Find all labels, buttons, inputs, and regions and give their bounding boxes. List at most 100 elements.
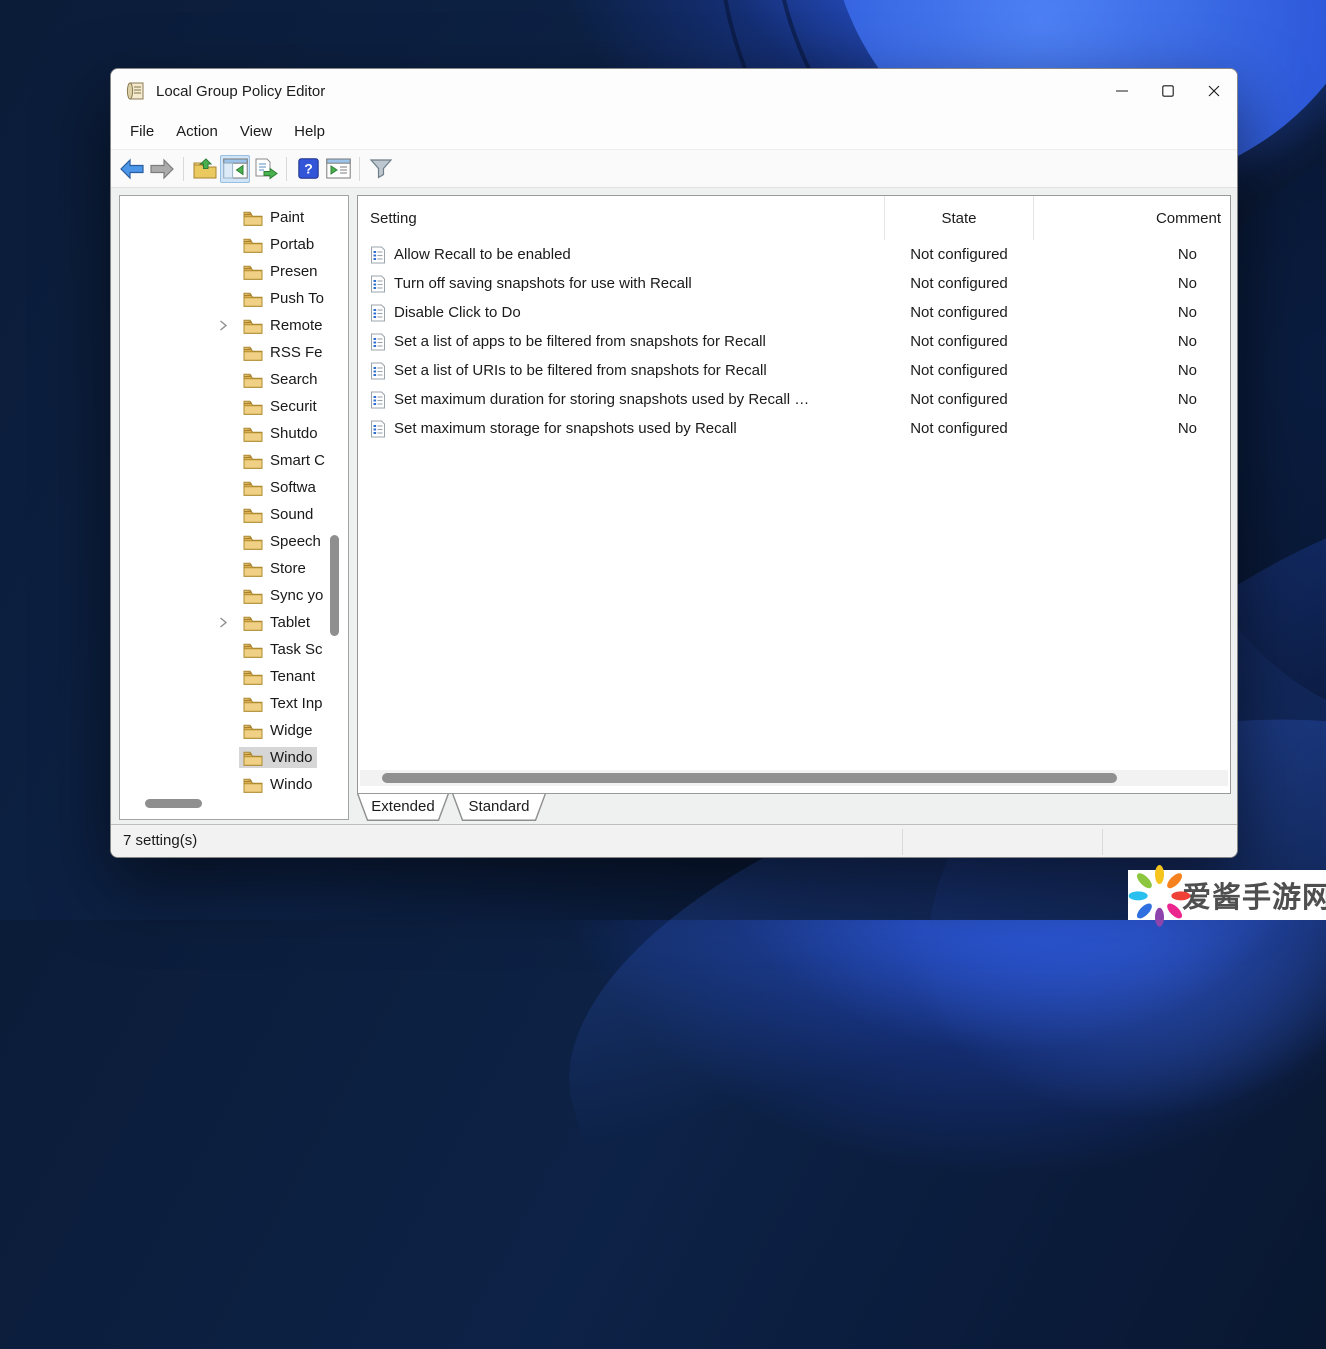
tree-item-label: Search [270,371,318,388]
tree-item[interactable]: Softwa [120,474,348,501]
tree-node: Paint [239,207,308,228]
maximize-button[interactable] [1145,69,1191,113]
settings-list: Allow Recall to be enabled Not configure… [358,240,1230,443]
tree-item[interactable]: Text Inp [120,690,348,717]
tree-item[interactable]: Search [120,366,348,393]
setting-name: Set a list of URIs to be filtered from s… [394,362,767,379]
tree-item[interactable]: Securit [120,393,348,420]
table-row[interactable]: Set a list of URIs to be filtered from s… [358,356,1230,385]
tree-item[interactable]: Presen [120,258,348,285]
tree-item[interactable]: Windo [120,771,348,798]
close-button[interactable] [1191,69,1237,113]
tree-item-label: Tablet [270,614,311,631]
tree-node: Store [239,558,310,579]
tree-item[interactable]: Shutdo [120,420,348,447]
tree-item-label: Widge [270,722,313,739]
tree-node: Sync yo [239,585,327,606]
tree-node: Softwa [239,477,320,498]
tab-extended[interactable]: Extended [357,794,449,821]
minimize-button[interactable] [1099,69,1145,113]
tree-item[interactable]: Sound [120,501,348,528]
toolbar-separator [359,156,360,181]
setting-cell: Turn off saving snapshots for use with R… [358,275,884,293]
column-header-comment[interactable]: Comment [1034,196,1230,240]
tree-item-label: Speech [270,533,321,550]
setting-name: Set a list of apps to be filtered from s… [394,333,766,350]
tree-item[interactable]: Widge [120,717,348,744]
status-separator [902,829,903,855]
tab-strip: Extended Standard [357,794,546,822]
title-bar[interactable]: Local Group Policy Editor [111,69,1237,113]
tree-node: Speech [239,531,325,552]
tree-item-label: Securit [270,398,317,415]
menu-file[interactable]: File [119,119,165,144]
folder-icon [243,777,263,793]
tree-item[interactable]: Speech [120,528,348,555]
folder-icon [243,426,263,442]
tree-item[interactable]: Paint [120,204,348,231]
tree-item[interactable]: Task Sc [120,636,348,663]
tree-node: Shutdo [239,423,322,444]
chevron-right-icon[interactable] [216,319,230,333]
tree-item[interactable]: Store [120,555,348,582]
tree-item-label: RSS Fe [270,344,323,361]
menu-help[interactable]: Help [283,119,336,144]
tab-standard[interactable]: Standard [452,794,546,821]
show-console-tree-icon[interactable] [220,154,250,183]
table-row[interactable]: Allow Recall to be enabled Not configure… [358,240,1230,269]
tree-item-label: Sync yo [270,587,324,604]
tree-item[interactable]: Smart C [120,447,348,474]
tree-item[interactable]: RSS Fe [120,339,348,366]
tree-node: Task Sc [239,639,327,660]
caption-buttons [1099,69,1237,113]
folder-icon [243,642,263,658]
site-watermark: 爱酱手游网 [1128,865,1326,927]
back-icon[interactable] [117,155,147,183]
tree-item[interactable]: Push To [120,285,348,312]
tree-item-label: Windo [270,749,313,766]
desktop: { "window": { "title": "Local Group Poli… [0,0,1326,1349]
menu-action[interactable]: Action [165,119,229,144]
export-list-icon[interactable] [250,155,280,183]
policy-setting-icon [370,246,386,264]
comment-cell: No [1177,275,1197,292]
table-row[interactable]: Set a list of apps to be filtered from s… [358,327,1230,356]
tree-horizontal-scrollbar[interactable] [145,799,202,808]
column-header-setting[interactable]: Setting [358,196,884,240]
table-row[interactable]: Turn off saving snapshots for use with R… [358,269,1230,298]
tree-node: Smart C [239,450,329,471]
up-one-level-icon[interactable] [190,155,220,183]
list-hscroll-thumb[interactable] [382,773,1117,783]
tree-item[interactable]: Portab [120,231,348,258]
folder-icon [243,237,263,253]
table-row[interactable]: Set maximum storage for snapshots used b… [358,414,1230,443]
folder-icon [243,615,263,631]
tree-node: Search [239,369,322,390]
tree-item-label: Shutdo [270,425,318,442]
chevron-right-icon[interactable] [216,616,230,630]
tree-item[interactable]: Sync yo [120,582,348,609]
help-icon[interactable]: ? [293,155,323,183]
tree-item[interactable]: Windo [120,744,348,771]
tree-item[interactable]: Tablet [120,609,348,636]
gpedit-window: Local Group Policy Editor File Action Vi… [110,68,1238,858]
table-row[interactable]: Disable Click to Do Not configured No [358,298,1230,327]
menu-view[interactable]: View [229,119,283,144]
setting-name: Allow Recall to be enabled [394,246,571,263]
tree-item[interactable]: Tenant [120,663,348,690]
filter-icon[interactable] [366,155,396,183]
table-row[interactable]: Set maximum duration for storing snapsho… [358,385,1230,414]
pinwheel-logo-icon [1128,865,1191,927]
tree-vertical-scrollbar[interactable] [330,535,339,636]
tree-item[interactable]: Remote [120,312,348,339]
svg-text:?: ? [304,161,313,177]
tree-item-label: Portab [270,236,315,253]
state-cell: Not configured [910,304,1008,321]
tree-item-label: Paint [270,209,305,226]
show-action-pane-icon[interactable] [323,155,353,183]
list-header: Setting State Comment [358,196,1230,240]
folder-icon [243,669,263,685]
forward-icon[interactable] [147,155,177,183]
toolbar-separator [286,156,287,181]
column-header-state[interactable]: State [884,196,1034,240]
